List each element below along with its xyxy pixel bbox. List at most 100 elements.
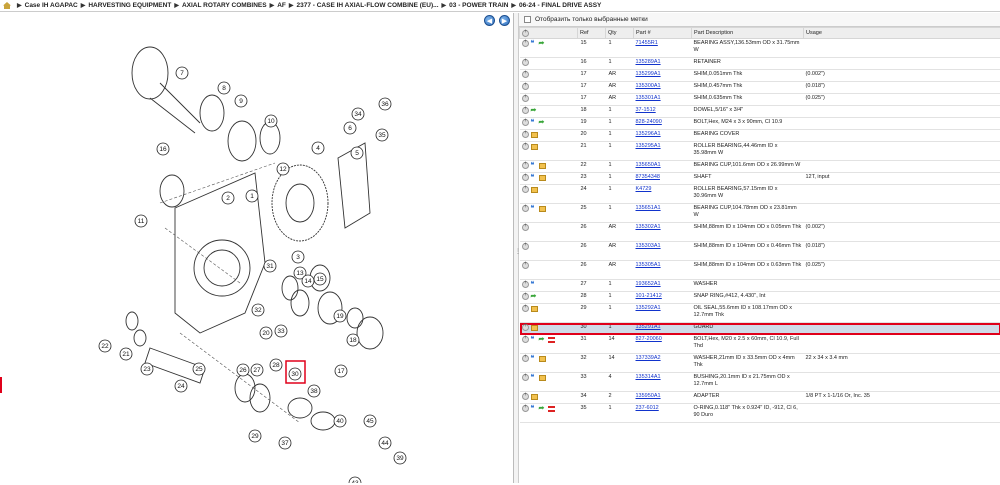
add-to-cart-icon[interactable]	[522, 243, 529, 250]
add-to-cart-icon[interactable]	[522, 262, 529, 269]
callout-10[interactable]: 10	[265, 115, 277, 127]
callout-31[interactable]: 31	[264, 260, 276, 272]
add-to-cart-icon[interactable]	[522, 59, 529, 66]
callout-33[interactable]: 33	[275, 325, 287, 337]
callout-32[interactable]: 32	[252, 304, 264, 316]
add-to-cart-icon[interactable]	[522, 305, 529, 312]
column-header[interactable]: Part Description	[692, 28, 804, 39]
table-row[interactable]: 301135291A1GUARD	[520, 323, 1000, 335]
callout-8[interactable]: 8	[218, 82, 230, 94]
table-row[interactable]: 211135295A1ROLLER BEARING,44.46mm ID x 3…	[520, 142, 1000, 161]
callout-3[interactable]: 3	[292, 251, 304, 263]
column-header[interactable]: Qty	[606, 28, 634, 39]
table-row[interactable]: ❝➦3114827-20060BOLT,Hex, M20 x 2.5 x 60m…	[520, 335, 1000, 354]
callout-18[interactable]: 18	[347, 334, 359, 346]
part-number-link[interactable]: 137339A2	[636, 355, 661, 361]
add-to-cart-icon[interactable]	[522, 205, 529, 212]
callout-23[interactable]: 23	[141, 363, 153, 375]
callout-16[interactable]: 16	[157, 143, 169, 155]
callout-29[interactable]: 29	[249, 430, 261, 442]
part-number-link[interactable]: 135299A1	[636, 71, 661, 77]
callout-17[interactable]: 17	[335, 365, 347, 377]
table-row[interactable]: 26AR135303A1SHIM,88mm ID x 104mm OD x 0.…	[520, 242, 1000, 261]
info-icon[interactable]: ❝	[531, 205, 537, 212]
table-row[interactable]: ❝➦15171455R1BEARING ASSY,136.53mm OD x 3…	[520, 39, 1000, 58]
callout-45[interactable]: 45	[364, 415, 376, 427]
add-to-cart-icon[interactable]	[522, 186, 529, 193]
info-icon[interactable]: ❝	[531, 174, 537, 181]
add-to-cart-icon[interactable]	[522, 83, 529, 90]
column-header[interactable]: Ref	[578, 28, 606, 39]
kit-box-icon[interactable]	[531, 187, 538, 193]
callout-24[interactable]: 24	[175, 380, 187, 392]
part-number-link[interactable]: 135292A1	[636, 305, 661, 311]
part-number-link[interactable]: 135291A1	[636, 324, 661, 330]
table-row[interactable]: 26AR135302A1SHIM,88mm ID x 104mm OD x 0.…	[520, 223, 1000, 242]
add-to-cart-icon[interactable]	[522, 293, 529, 300]
table-row[interactable]: ➦281101-21412SNAP RING,#412, 4.430", Int	[520, 292, 1000, 304]
column-header[interactable]: Usage	[804, 28, 1000, 39]
info-icon[interactable]: ❝	[531, 40, 537, 47]
info-icon[interactable]: ❝	[531, 162, 537, 169]
add-to-cart-icon[interactable]	[522, 281, 529, 288]
table-row[interactable]: 17AR135299A1SHIM,0.051mm Thk(0.002")	[520, 70, 1000, 82]
column-header[interactable]: Part #	[634, 28, 692, 39]
exploded-parts-diagram[interactable]: 1234567891011121314151617181920212223242…	[0, 13, 514, 483]
replacement-arrow-icon[interactable]: ➦	[539, 40, 546, 47]
expand-all-icon[interactable]	[522, 30, 529, 37]
callout-15[interactable]: 15	[314, 273, 326, 285]
info-icon[interactable]: ❝	[531, 405, 537, 412]
kit-box-icon[interactable]	[531, 306, 538, 312]
table-row[interactable]: ❝221135650A1BEARING CUP,101.6mm OD x 26.…	[520, 161, 1000, 173]
add-to-cart-icon[interactable]	[522, 119, 529, 126]
table-row[interactable]: 17AR135300A1SHIM,0.457mm Thk(0.018")	[520, 82, 1000, 94]
callout-25[interactable]: 25	[193, 363, 205, 375]
callout-12[interactable]: 12	[277, 163, 289, 175]
replacement-arrow-icon[interactable]: ➦	[539, 405, 546, 412]
add-to-cart-icon[interactable]	[522, 143, 529, 150]
table-row[interactable]: ❝23187354348SHAFT12T, input	[520, 173, 1000, 185]
callout-37[interactable]: 37	[279, 437, 291, 449]
filter-checkbox[interactable]	[524, 16, 531, 23]
breadcrumb-item[interactable]: ▶06-24 - FINAL DRIVE ASSY	[508, 2, 601, 9]
part-number-link[interactable]: 827-20060	[636, 336, 662, 342]
kit-box-icon[interactable]	[539, 163, 546, 169]
callout-40[interactable]: 40	[334, 415, 346, 427]
callout-5[interactable]: 5	[351, 147, 363, 159]
add-to-cart-icon[interactable]	[522, 95, 529, 102]
callout-19[interactable]: 19	[334, 310, 346, 322]
replacement-arrow-icon[interactable]: ➦	[539, 336, 546, 343]
add-to-cart-icon[interactable]	[522, 107, 529, 114]
part-number-link[interactable]: 135296A1	[636, 131, 661, 137]
part-number-link[interactable]: K4729	[636, 186, 652, 192]
callout-27[interactable]: 27	[251, 364, 263, 376]
part-number-link[interactable]: 135301A1	[636, 95, 661, 101]
part-number-link[interactable]: 37-1512	[636, 107, 656, 113]
callout-7[interactable]: 7	[176, 67, 188, 79]
callout-30[interactable]: 30	[289, 368, 301, 380]
kit-box-icon[interactable]	[539, 175, 546, 181]
callout-22[interactable]: 22	[99, 340, 111, 352]
callout-4[interactable]: 4	[312, 142, 324, 154]
breadcrumb-item[interactable]: ▶2377 - CASE IH AXIAL-FLOW COMBINE (EU).…	[286, 2, 439, 9]
add-to-cart-icon[interactable]	[522, 324, 529, 331]
table-row[interactable]: 161135289A1RETAINER	[520, 58, 1000, 70]
part-number-link[interactable]: 135300A1	[636, 83, 661, 89]
breadcrumb-item[interactable]: ▶AXIAL ROTARY COMBINES	[171, 2, 266, 9]
table-row[interactable]: 241K4729ROLLER BEARING,57.15mm ID x 30.9…	[520, 185, 1000, 204]
kit-box-icon[interactable]	[539, 375, 546, 381]
table-row[interactable]: ❝334135314A1BUSHING,20.1mm ID x 21.75mm …	[520, 373, 1000, 392]
breadcrumb-item[interactable]: ▶AF	[267, 2, 286, 9]
callout-9[interactable]: 9	[235, 95, 247, 107]
add-to-cart-icon[interactable]	[522, 336, 529, 343]
part-number-link[interactable]: 135950A1	[636, 393, 661, 399]
home-icon[interactable]	[3, 2, 11, 9]
callout-2[interactable]: 2	[222, 192, 234, 204]
breadcrumb-item[interactable]: ▶HARVESTING EQUIPMENT	[78, 2, 172, 9]
breadcrumb-item[interactable]: ▶03 - POWER TRAIN	[439, 2, 509, 9]
info-icon[interactable]: ❝	[531, 374, 537, 381]
add-to-cart-icon[interactable]	[522, 40, 529, 47]
part-number-link[interactable]: 87354348	[636, 174, 660, 180]
callout-43[interactable]: 43	[349, 477, 361, 483]
add-to-cart-icon[interactable]	[522, 355, 529, 362]
